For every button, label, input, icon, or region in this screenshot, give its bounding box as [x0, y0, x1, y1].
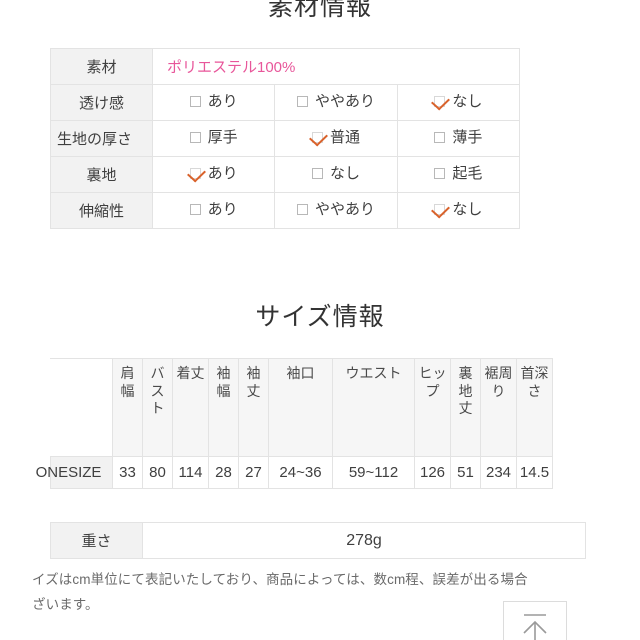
table-header-row: 肩幅 バスト 着丈 袖幅 袖丈 袖口 ウエスト ヒップ 裏地丈 裾周り 首深さ — [50, 358, 553, 457]
checkbox-checked-icon[interactable] — [311, 132, 323, 143]
lining-option-nashi[interactable]: なし — [274, 156, 398, 193]
header-sleeve-width: 袖幅 — [208, 358, 239, 457]
cell-lining-length: 51 — [450, 456, 481, 489]
checkbox-unchecked-icon[interactable] — [189, 96, 201, 107]
size-section-heading: サイズ情報 — [255, 303, 385, 331]
cell-sleeve-width: 28 — [208, 456, 239, 489]
material-section-heading: 素材情報 — [267, 0, 372, 21]
cell-cuff: 24~36 — [268, 456, 333, 489]
sheerness-row-label: 透け感 — [50, 84, 153, 121]
material-composition-value: ポリエステル100% — [152, 48, 520, 85]
header-neck-depth: 首深さ — [516, 358, 553, 457]
table-row: 重さ 278g — [50, 522, 586, 559]
size-information-table: 肩幅 バスト 着丈 袖幅 袖丈 袖口 ウエスト ヒップ 裏地丈 裾周り 首深さ … — [36, 358, 553, 489]
checkbox-unchecked-icon[interactable] — [434, 168, 446, 179]
material-row-label: 素材 — [50, 48, 153, 85]
table-row: 伸縮性 あり ややあり なし — [50, 192, 521, 229]
cell-dress-length: 114 — [172, 456, 209, 489]
disclaimer-line-1: イズはcm単位にて表記いたしており、商品によっては、数cm程、誤差が出る場合 — [32, 572, 528, 587]
table-row: 生地の厚さ 厚手 普通 薄手 — [50, 120, 521, 157]
checkbox-checked-icon[interactable] — [434, 204, 446, 215]
checkbox-unchecked-icon[interactable] — [189, 132, 201, 143]
size-table-corner-header — [50, 358, 113, 457]
weight-row-label: 重さ — [50, 522, 143, 559]
product-detail-page: 素材情報 素材 ポリエステル100% 透け感 あり ややあり なし 生地の厚さ … — [0, 0, 640, 640]
checkbox-checked-icon[interactable] — [434, 96, 446, 107]
cell-bust: 80 — [142, 456, 173, 489]
weight-value: 278g — [142, 522, 586, 559]
checkbox-unchecked-icon[interactable] — [189, 204, 201, 215]
cell-hem-circumference: 234 — [480, 456, 517, 489]
cell-waist: 59~112 — [332, 456, 415, 489]
thickness-row-label: 生地の厚さ — [50, 120, 153, 157]
checkbox-unchecked-icon[interactable] — [296, 204, 308, 215]
header-hem-circumference: 裾周り — [480, 358, 517, 457]
lining-option-kimo[interactable]: 起毛 — [396, 156, 521, 193]
table-row: ONESIZE 33 80 114 28 27 24~36 59~112 126… — [36, 456, 553, 489]
sheerness-option-nashi[interactable]: なし — [396, 84, 521, 121]
lining-row-label: 裏地 — [50, 156, 153, 193]
checkbox-unchecked-icon[interactable] — [434, 132, 446, 143]
header-sleeve-length: 袖丈 — [238, 358, 269, 457]
sheerness-option-yayaari[interactable]: ややあり — [274, 84, 398, 121]
table-row: 透け感 あり ややあり なし — [50, 84, 521, 121]
material-information-table: 素材 ポリエステル100% 透け感 あり ややあり なし 生地の厚さ 厚手 普通… — [50, 48, 521, 229]
header-bust: バスト — [142, 358, 173, 457]
lining-option-ari[interactable]: あり — [151, 156, 276, 193]
table-row: 裏地 あり なし 起毛 — [50, 156, 521, 193]
sheerness-option-ari[interactable]: あり — [151, 84, 276, 121]
checkbox-unchecked-icon[interactable] — [296, 96, 308, 107]
thickness-option-futsuu[interactable]: 普通 — [274, 120, 398, 157]
table-row: 素材 ポリエステル100% — [50, 48, 520, 85]
header-dress-length: 着丈 — [172, 358, 209, 457]
stretch-option-ari[interactable]: あり — [151, 192, 276, 229]
stretch-row-label: 伸縮性 — [50, 192, 153, 229]
arrow-up-to-bar-icon — [523, 614, 547, 640]
cell-neck-depth: 14.5 — [516, 456, 553, 489]
cell-sleeve-length: 27 — [238, 456, 269, 489]
header-waist: ウエスト — [332, 358, 415, 457]
header-hip: ヒップ — [414, 358, 451, 457]
thickness-option-usude[interactable]: 薄手 — [396, 120, 521, 157]
size-row-name: ONESIZE — [36, 456, 113, 489]
stretch-option-nashi[interactable]: なし — [396, 192, 521, 229]
weight-table: 重さ 278g — [50, 522, 586, 559]
thickness-option-atsude[interactable]: 厚手 — [151, 120, 276, 157]
checkbox-checked-icon[interactable] — [189, 168, 201, 179]
header-shoulder-width: 肩幅 — [112, 358, 143, 457]
back-to-top-button[interactable] — [503, 601, 567, 640]
checkbox-unchecked-icon[interactable] — [311, 168, 323, 179]
stretch-option-yayaari[interactable]: ややあり — [274, 192, 398, 229]
header-cuff: 袖口 — [268, 358, 333, 457]
cell-hip: 126 — [414, 456, 451, 489]
header-lining-length: 裏地丈 — [450, 358, 481, 457]
cell-shoulder-width: 33 — [112, 456, 143, 489]
